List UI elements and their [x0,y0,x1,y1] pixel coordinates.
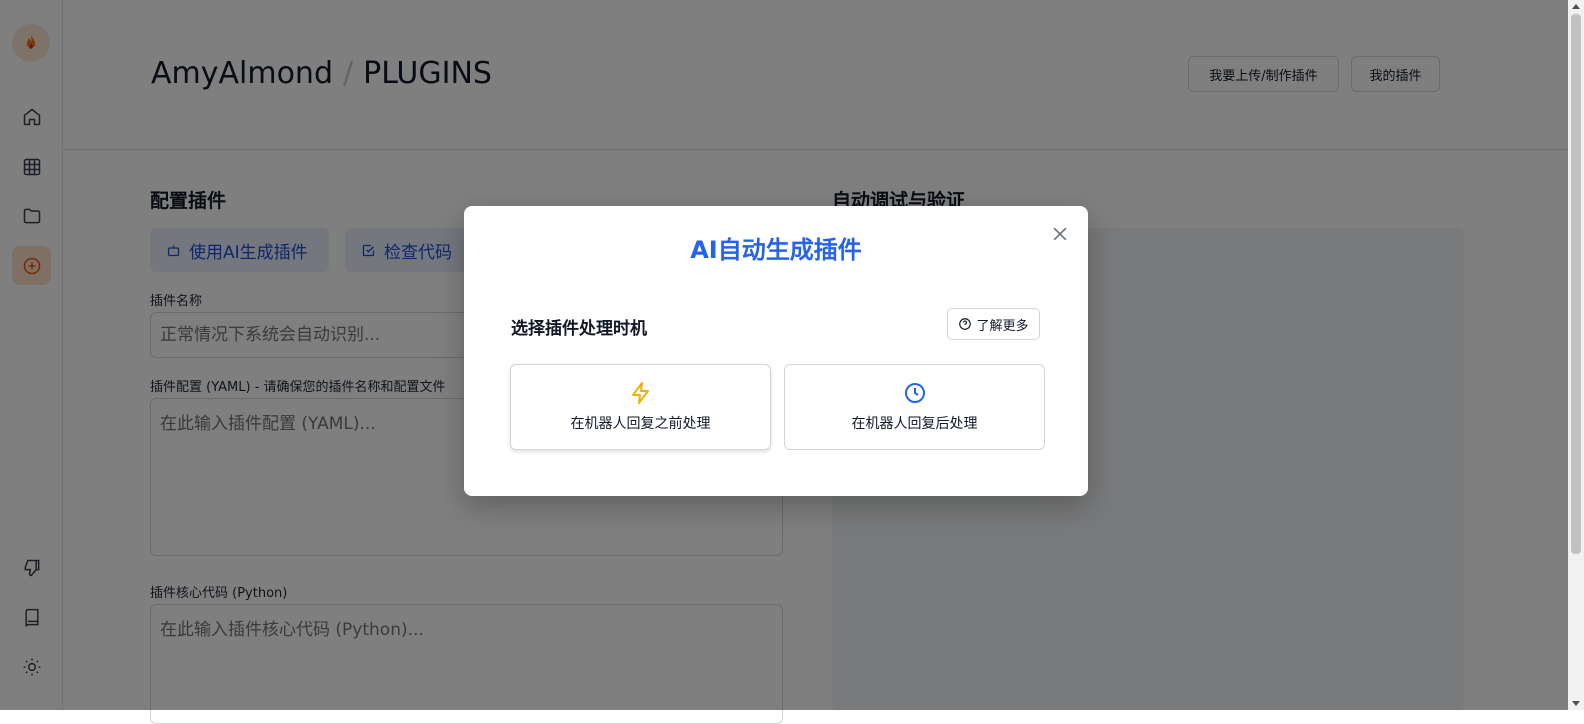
scroll-down-icon[interactable] [1572,701,1580,706]
learn-more-button[interactable]: 了解更多 [947,308,1040,340]
scroll-up-icon[interactable] [1572,4,1580,9]
option-after-reply[interactable]: 在机器人回复后处理 [784,364,1045,450]
learn-more-label: 了解更多 [976,318,1029,334]
scroll-thumb[interactable] [1571,14,1581,554]
option-after-label: 在机器人回复后处理 [851,416,978,432]
page-scrollbar[interactable] [1568,0,1584,710]
modal-title: AI自动生成插件 [690,236,862,264]
modal-subtitle: 选择插件处理时机 [511,319,647,339]
close-icon[interactable] [1050,224,1070,244]
option-before-reply[interactable]: 在机器人回复之前处理 [510,364,771,450]
ai-generate-modal: AI自动生成插件 选择插件处理时机 了解更多 在机器人回复之前处理 在机器人回复… [464,206,1088,496]
clock-icon [904,383,925,403]
lightning-icon [631,382,649,404]
help-circle-icon [959,318,972,330]
option-before-label: 在机器人回复之前处理 [570,416,711,432]
